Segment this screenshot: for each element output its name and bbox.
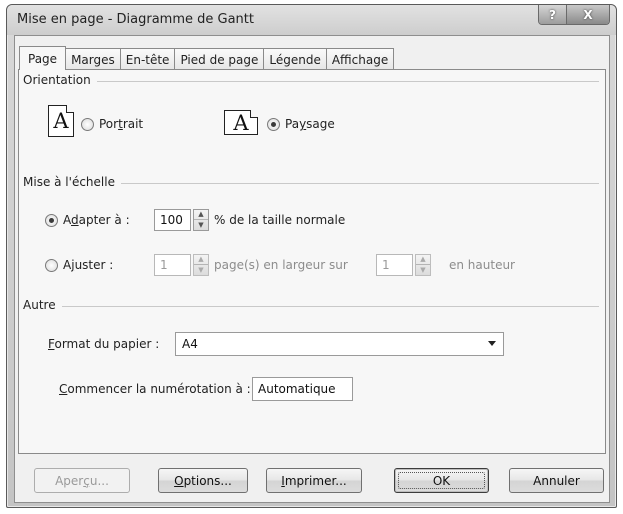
adjust-to-label[interactable]: Adapter à :	[63, 213, 130, 227]
title-bar[interactable]: Mise en page - Diagramme de Gantt ? X	[7, 5, 616, 35]
tab-page[interactable]: Page	[19, 46, 67, 70]
chevron-down-icon[interactable]	[488, 341, 496, 346]
fit-to-label-pre: A	[63, 258, 72, 272]
adjust-to-spinner[interactable]: ▲ ▼	[193, 209, 209, 231]
cancel-button[interactable]: Annuler	[509, 468, 604, 493]
preview-label-accesskey: ç	[83, 473, 90, 488]
pages-tall-spinner[interactable]: ▲ ▼	[415, 254, 431, 276]
fit-to-label[interactable]: Ajuster :	[63, 258, 113, 272]
cancel-label: Annuler	[533, 473, 580, 488]
other-group-label: Autre	[23, 298, 62, 312]
tab-header[interactable]: En-tête	[119, 48, 176, 70]
adjust-to-label-post: apter à :	[78, 213, 130, 227]
landscape-label[interactable]: Paysage	[285, 117, 335, 131]
page-portrait-icon: A	[48, 105, 74, 137]
scaling-group-label: Mise à l'échelle	[23, 175, 121, 189]
options-label-post: ptions...	[183, 473, 232, 488]
other-divider	[25, 306, 599, 307]
options-button[interactable]: Options...	[158, 468, 248, 493]
tab-footer[interactable]: Pied de page	[174, 48, 265, 70]
dialog-body: Page Marges En-tête Pied de page Légende…	[14, 35, 610, 503]
preview-label-pre: Aper	[55, 473, 84, 488]
tab-panel-page: Orientation A Portrait A Paysage Mise à …	[18, 69, 606, 454]
spin-down-icon[interactable]: ▼	[194, 265, 208, 275]
preview-button[interactable]: Aper ç u...	[34, 468, 130, 493]
pages-tall-input[interactable]: 1	[376, 254, 413, 276]
first-page-number-label: Commencer la numérotation à :	[59, 382, 251, 396]
adjust-to-suffix: % de la taille normale	[214, 213, 346, 227]
fit-to-radio[interactable]	[45, 259, 58, 272]
landscape-label-post: sage	[306, 117, 335, 131]
adjust-to-percent-input[interactable]: 100	[154, 209, 191, 231]
window-controls: ? X	[538, 5, 610, 25]
help-button[interactable]: ?	[539, 5, 567, 24]
ok-button[interactable]: OK	[394, 468, 489, 493]
landscape-label-pre: Pa	[285, 117, 300, 131]
close-button[interactable]: X	[567, 5, 609, 24]
pages-tall-suffix: en hauteur	[449, 258, 515, 272]
pages-wide-spinner[interactable]: ▲ ▼	[193, 254, 209, 276]
paper-size-value: A4	[182, 337, 198, 351]
portrait-label-post: rait	[122, 117, 144, 131]
tab-margins[interactable]: Marges	[65, 48, 121, 70]
tab-strip: Page Marges En-tête Pied de page Légende…	[19, 46, 395, 70]
portrait-glyph: A	[53, 109, 69, 133]
focus-rectangle	[398, 472, 485, 489]
fit-to-label-post: uster :	[74, 258, 114, 272]
adjust-to-label-pre: A	[63, 213, 71, 227]
options-label-accesskey: O	[174, 473, 184, 488]
spin-up-icon[interactable]: ▲	[194, 210, 208, 220]
pages-wide-input[interactable]: 1	[154, 254, 191, 276]
paper-size-label-post: ormat du papier :	[54, 337, 160, 351]
paper-size-label: Format du papier :	[48, 337, 159, 351]
pages-wide-suffix: page(s) en largeur sur	[214, 258, 348, 272]
portrait-label[interactable]: Portrait	[99, 117, 143, 131]
spin-down-icon[interactable]: ▼	[194, 220, 208, 230]
portrait-label-pre: Por	[99, 117, 119, 131]
page-setup-dialog: Mise en page - Diagramme de Gantt ? X Pa…	[6, 4, 617, 508]
adjust-to-radio[interactable]	[45, 214, 58, 227]
landscape-glyph: A	[233, 110, 249, 135]
print-button[interactable]: Imprimer...	[266, 468, 362, 493]
portrait-radio[interactable]	[81, 118, 94, 131]
first-page-number-label-post: ommencer la numérotation à :	[67, 382, 251, 396]
first-page-number-input[interactable]: Automatique	[252, 377, 353, 401]
dialog-title: Mise en page - Diagramme de Gantt	[17, 12, 254, 27]
spin-down-icon[interactable]: ▼	[416, 265, 430, 275]
spin-up-icon[interactable]: ▲	[416, 255, 430, 265]
landscape-radio[interactable]	[267, 118, 280, 131]
print-label-post: mprimer...	[284, 473, 347, 488]
tab-legend[interactable]: Légende	[263, 48, 327, 70]
spin-up-icon[interactable]: ▲	[194, 255, 208, 265]
tab-view[interactable]: Affichage	[325, 48, 395, 70]
page-landscape-icon: A	[224, 110, 258, 135]
orientation-group-label: Orientation	[23, 73, 97, 87]
orientation-divider	[25, 81, 599, 82]
preview-label-post: u...	[89, 473, 109, 488]
paper-size-select[interactable]: A4	[175, 332, 504, 356]
adjust-to-label-accesskey: d	[71, 213, 79, 227]
